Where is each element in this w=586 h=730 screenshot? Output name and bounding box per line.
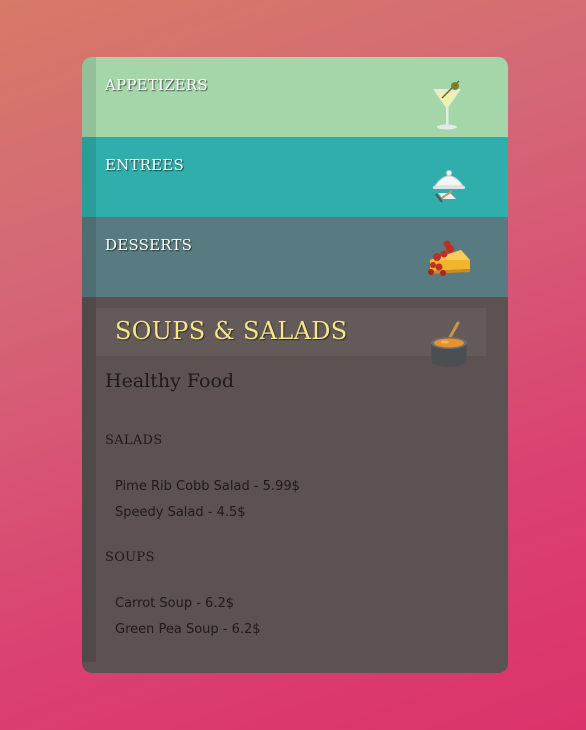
panel-subtitle: Healthy Food	[105, 370, 235, 392]
menu-item: Carrot Soup - 6.2$	[115, 596, 234, 611]
menu-item: Pime Rib Cobb Salad - 5.99$	[115, 479, 300, 494]
tab-desserts[interactable]: DESSERTS	[82, 217, 508, 297]
section-heading-salads: SALADS	[105, 433, 163, 448]
menu-item: Speedy Salad - 4.5$	[115, 505, 246, 520]
cocktail-icon	[433, 80, 461, 130]
soups-salads-panel: SOUPS & SALADS Healthy Food SALADS Pime …	[82, 297, 508, 673]
menu-accordion: APPETIZERS ENTREES DESSERTS SOUPS & SALA…	[82, 57, 508, 673]
tab-desserts-label: DESSERTS	[105, 236, 193, 254]
tab-appetizers[interactable]: APPETIZERS	[82, 57, 508, 137]
cheesecake-icon	[428, 240, 470, 276]
section-heading-soups: SOUPS	[105, 550, 155, 565]
tab-entrees-label: ENTREES	[105, 156, 184, 174]
soup-pot-icon	[431, 321, 467, 367]
tab-appetizers-label: APPETIZERS	[105, 76, 208, 94]
tab-entrees[interactable]: ENTREES	[82, 137, 508, 217]
panel-title: SOUPS & SALADS	[115, 317, 348, 345]
food-cloche-icon	[433, 170, 465, 203]
menu-item: Green Pea Soup - 6.2$	[115, 622, 261, 637]
